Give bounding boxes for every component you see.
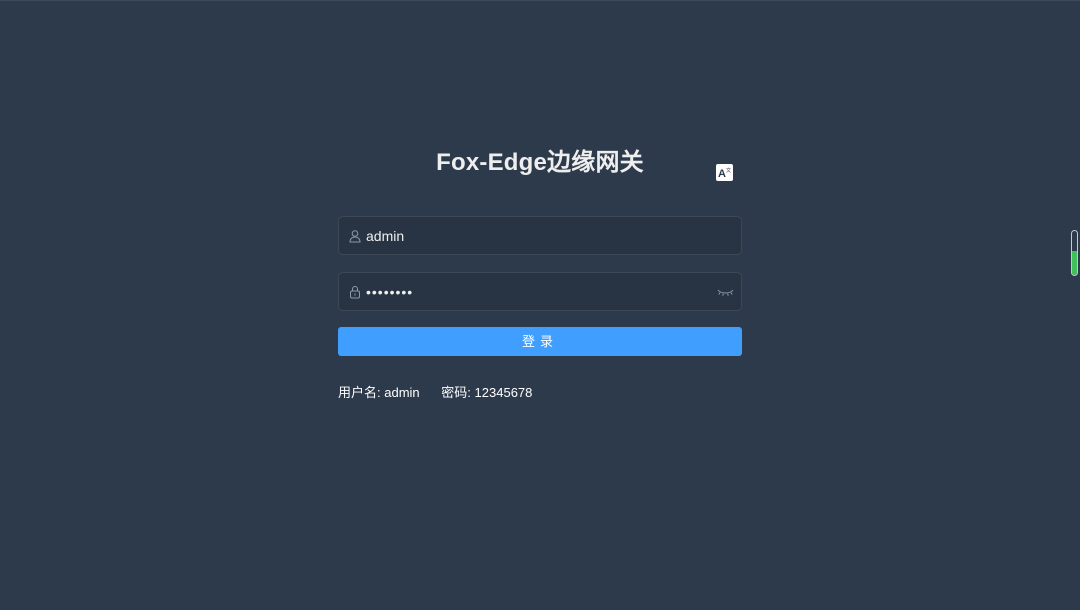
password-hint-value: 12345678	[474, 385, 533, 400]
language-switch-button[interactable]: A 文	[716, 164, 733, 181]
password-field	[338, 272, 742, 311]
password-hint-label: 密码:	[441, 385, 471, 400]
password-hint: 密码: 12345678	[441, 384, 532, 402]
username-hint: 用户名: admin	[338, 384, 420, 402]
side-level-fill	[1072, 250, 1077, 275]
page-title: Fox-Edge边缘网关	[436, 149, 644, 176]
login-button[interactable]: 登录	[338, 327, 742, 356]
login-page: Fox-Edge边缘网关 A 文 登录 用户名:	[0, 0, 1080, 610]
username-hint-value: admin	[384, 385, 420, 400]
side-level-indicator[interactable]	[1071, 230, 1078, 276]
credentials-hint: 用户名: admin 密码: 12345678	[338, 384, 532, 402]
username-hint-label: 用户名:	[338, 385, 381, 400]
user-icon	[349, 230, 361, 243]
translate-icon: A 文	[718, 167, 731, 180]
eye-closed-icon[interactable]	[717, 285, 734, 299]
username-field	[338, 216, 742, 255]
username-input[interactable]	[366, 217, 716, 254]
svg-text:文: 文	[726, 167, 731, 174]
svg-text:A: A	[718, 168, 726, 180]
lock-icon	[350, 285, 360, 299]
password-input[interactable]	[366, 273, 716, 310]
